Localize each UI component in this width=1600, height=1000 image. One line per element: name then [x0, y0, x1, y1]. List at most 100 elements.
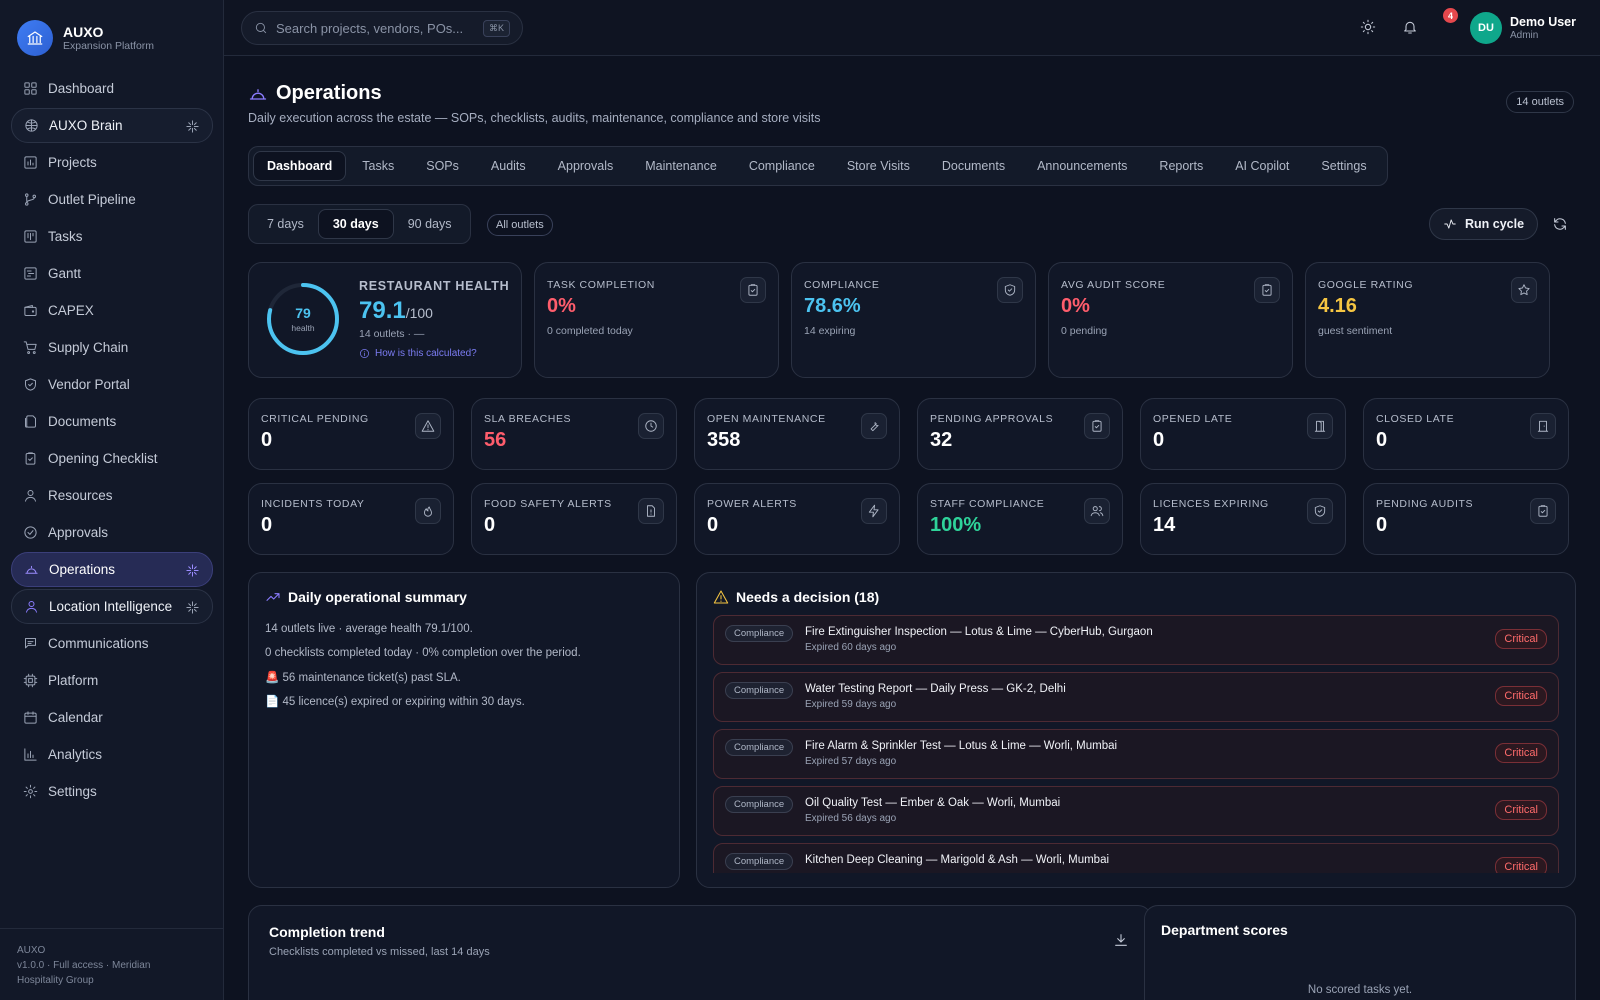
sidebar-item-label: Vendor Portal — [48, 377, 130, 392]
kanban-icon — [24, 230, 37, 243]
metric-label: STAFF COMPLIANCE — [930, 498, 1045, 510]
decision-row[interactable]: Compliance Oil Quality Test — Ember & Oa… — [713, 786, 1559, 836]
bar-chart-icon — [24, 748, 37, 761]
download-button[interactable] — [1113, 932, 1129, 948]
refresh-button[interactable] — [1552, 216, 1568, 232]
sidebar-item-capex[interactable]: CAPEX — [11, 293, 213, 328]
metric-value: 0 — [261, 514, 273, 536]
sidebar-item-label: Tasks — [48, 229, 83, 244]
sidebar-item-documents[interactable]: Documents — [11, 404, 213, 439]
theme-toggle-button[interactable] — [1360, 19, 1376, 35]
summary-line: 14 outlets live · average health 79.1/10… — [265, 623, 473, 635]
sidebar-item-operations[interactable]: Operations — [11, 552, 213, 587]
sidebar-item-vendor-portal[interactable]: Vendor Portal — [11, 367, 213, 402]
search-box[interactable]: ⌘K — [241, 11, 523, 45]
tab-store-visits[interactable]: Store Visits — [831, 151, 926, 181]
how-calculated-link[interactable]: How is this calculated? — [359, 348, 477, 359]
decision-row[interactable]: Compliance Fire Alarm & Sprinkler Test —… — [713, 729, 1559, 779]
tab-announcements[interactable]: Announcements — [1021, 151, 1143, 181]
summary-line: 📄 45 licence(s) expired or expiring with… — [265, 696, 525, 708]
decision-row[interactable]: Compliance Fire Extinguisher Inspection … — [713, 615, 1559, 665]
tab-audits[interactable]: Audits — [475, 151, 542, 181]
sidebar-item-analytics[interactable]: Analytics — [11, 737, 213, 772]
sidebar-item-location-intelligence[interactable]: Location Intelligence — [11, 589, 213, 624]
sidebar-item-settings[interactable]: Settings — [11, 774, 213, 809]
metric-card-critical-pending: CRITICAL PENDING 0 — [248, 398, 454, 470]
category-tag: Compliance — [725, 853, 794, 870]
sidebar-item-calendar[interactable]: Calendar — [11, 700, 213, 735]
sun-icon — [1360, 19, 1376, 35]
cloche-icon — [25, 565, 38, 574]
sidebar-item-label: Communications — [48, 636, 149, 651]
user-pin-icon — [26, 601, 37, 613]
sidebar-item-opening-checklist[interactable]: Opening Checklist — [11, 441, 213, 476]
page-subtitle: Daily execution across the estate — SOPs… — [248, 111, 821, 125]
sidebar-item-resources[interactable]: Resources — [11, 478, 213, 513]
metric-label: OPENED LATE — [1153, 413, 1233, 425]
trend-title: Completion trend — [269, 924, 385, 940]
tab-sops[interactable]: SOPs — [410, 151, 475, 181]
completion-trend-panel: Completion trend Checklists completed vs… — [248, 905, 1152, 1000]
flame-icon — [415, 498, 441, 524]
metric-value: 0 — [261, 429, 273, 451]
decision-subtitle: Expired 59 days ago — [805, 699, 897, 710]
wrench-icon — [861, 413, 887, 439]
kpi-card-task-completion: TASK COMPLETION 0% 0 completed today — [534, 262, 779, 378]
health-score: 79.1 — [359, 297, 406, 324]
notifications-button[interactable] — [1402, 19, 1418, 35]
sparkle-icon — [186, 564, 199, 577]
brand[interactable]: AUXO Expansion Platform — [17, 20, 154, 56]
sidebar-item-supply-chain[interactable]: Supply Chain — [11, 330, 213, 365]
section-tabs: Dashboard Tasks SOPs Audits Approvals Ma… — [248, 146, 1388, 186]
run-cycle-button[interactable]: Run cycle — [1429, 208, 1539, 240]
department-scores-panel: Department scores No scored tasks yet. — [1144, 905, 1576, 1000]
tab-settings[interactable]: Settings — [1305, 151, 1382, 181]
outlet-filter[interactable]: All outlets — [487, 214, 553, 236]
health-note: 14 outlets · — — [359, 328, 425, 340]
tab-approvals[interactable]: Approvals — [542, 151, 630, 181]
tab-dashboard[interactable]: Dashboard — [253, 151, 347, 181]
empty-state: No scored tasks yet. — [1307, 984, 1413, 996]
kpi-card-google-rating: GOOGLE RATING 4.16 guest sentiment — [1305, 262, 1550, 378]
range-7-days[interactable]: 7 days — [253, 209, 318, 239]
sidebar-item-tasks[interactable]: Tasks — [11, 219, 213, 254]
avatar: DU — [1470, 12, 1502, 44]
shield-check-icon — [25, 378, 36, 391]
range-30-days[interactable]: 30 days — [317, 209, 394, 239]
metric-value: 32 — [930, 429, 953, 451]
kpi-note: 0 pending — [1061, 325, 1108, 337]
sidebar-item-projects[interactable]: Projects — [11, 145, 213, 180]
sidebar-item-outlet-pipeline[interactable]: Outlet Pipeline — [11, 182, 213, 217]
category-tag: Compliance — [725, 739, 794, 756]
tab-compliance[interactable]: Compliance — [733, 151, 831, 181]
metric-value: 358 — [707, 429, 741, 451]
range-90-days[interactable]: 90 days — [394, 209, 466, 239]
run-cycle-label: Run cycle — [1465, 217, 1525, 231]
tab-documents[interactable]: Documents — [926, 151, 1021, 181]
decision-row[interactable]: Compliance Water Testing Report — Daily … — [713, 672, 1559, 722]
severity-badge: Critical — [1495, 857, 1547, 873]
sidebar-item-label: Calendar — [48, 710, 103, 725]
activity-icon — [1444, 219, 1456, 229]
shield-icon — [1307, 498, 1333, 524]
sidebar-item-approvals[interactable]: Approvals — [11, 515, 213, 550]
decision-row[interactable]: Compliance Kitchen Deep Cleaning — Marig… — [713, 843, 1559, 873]
sidebar-item-label: Supply Chain — [48, 340, 129, 355]
metric-value: 0 — [1376, 429, 1388, 451]
sidebar-item-auxo-brain[interactable]: AUXO Brain — [11, 108, 213, 143]
tab-maintenance[interactable]: Maintenance — [629, 151, 733, 181]
shortcut-hint: ⌘K — [482, 19, 510, 37]
sidebar-item-gantt[interactable]: Gantt — [11, 256, 213, 291]
kpi-label: GOOGLE RATING — [1318, 279, 1414, 291]
tab-tasks[interactable]: Tasks — [346, 151, 410, 181]
footer-org: Hospitality Group — [17, 975, 94, 986]
decision-subtitle: Expired 56 days ago — [805, 813, 897, 824]
sidebar-item-platform[interactable]: Platform — [11, 663, 213, 698]
user-menu[interactable]: DU Demo User Admin — [1470, 12, 1576, 44]
sidebar-item-dashboard[interactable]: Dashboard — [11, 71, 213, 106]
search-input[interactable] — [276, 20, 475, 36]
decision-title: Oil Quality Test — Ember & Oak — Worli, … — [805, 797, 1061, 809]
tab-ai-copilot[interactable]: AI Copilot — [1219, 151, 1305, 181]
sidebar-item-communications[interactable]: Communications — [11, 626, 213, 661]
tab-reports[interactable]: Reports — [1143, 151, 1219, 181]
